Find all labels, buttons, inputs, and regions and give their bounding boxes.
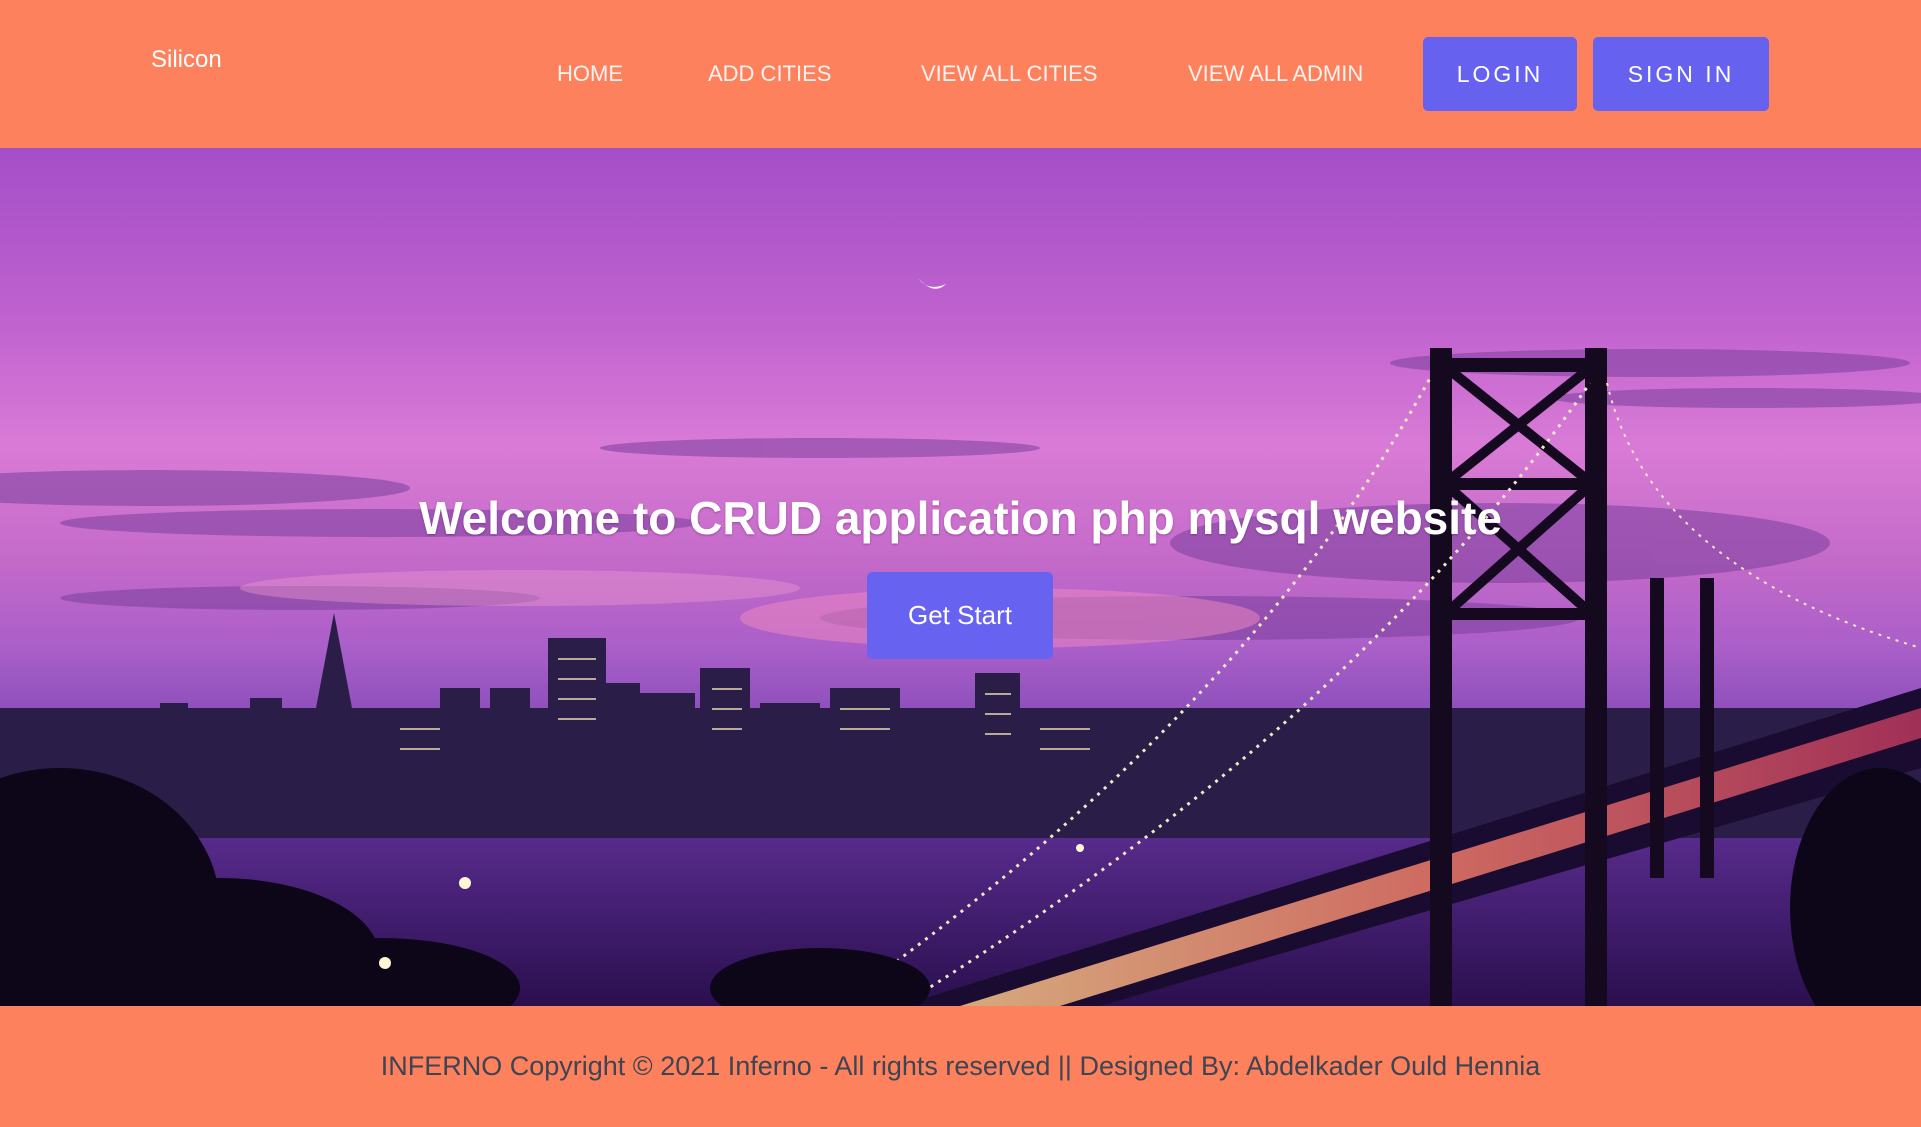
nav-home[interactable]: HOME	[557, 61, 623, 87]
brand-logo[interactable]: Silicon	[151, 46, 222, 74]
nav-view-all-admin[interactable]: VIEW ALL ADMIN	[1188, 61, 1363, 87]
copyright-text: INFERNO Copyright © 2021 Inferno - All r…	[380, 1051, 1541, 1081]
hero-title: Welcome to CRUD application php mysql we…	[419, 492, 1502, 544]
nav-view-all-cities[interactable]: VIEW ALL CITIES	[921, 61, 1097, 87]
nav-add-cities[interactable]: ADD CITIES	[708, 61, 831, 87]
get-start-button[interactable]: Get Start	[867, 572, 1053, 659]
login-button[interactable]: LOGIN	[1423, 37, 1577, 111]
sign-in-button[interactable]: SIGN IN	[1593, 37, 1769, 111]
site-header: Silicon HOME ADD CITIES VIEW ALL CITIES …	[0, 0, 1921, 148]
site-footer: INFERNO Copyright © 2021 Inferno - All r…	[0, 1006, 1921, 1127]
moon-icon	[918, 278, 946, 289]
hero-section: Welcome to CRUD application php mysql we…	[0, 148, 1921, 1006]
